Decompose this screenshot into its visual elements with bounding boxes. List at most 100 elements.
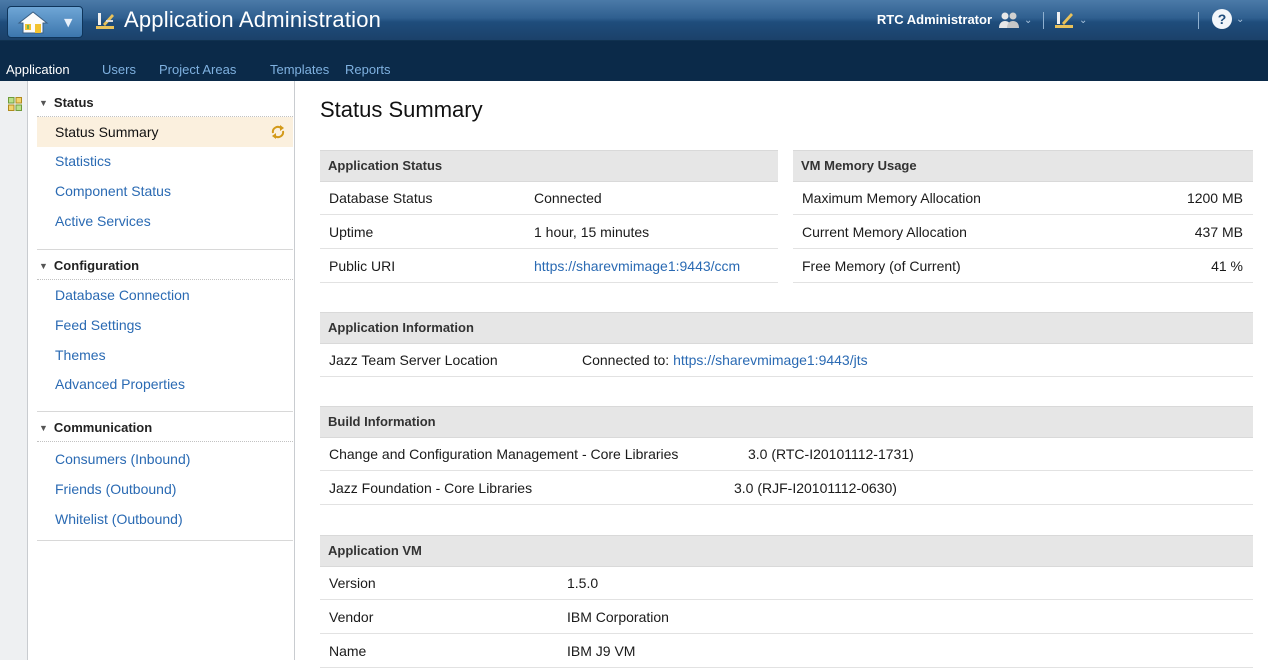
section-title: Configuration — [53, 258, 140, 273]
section-divider — [37, 279, 293, 280]
sidebar: ▼ Status Status Summary Statistics Compon… — [29, 81, 295, 660]
chevron-down-icon: ⌄ — [1024, 14, 1033, 26]
header-separator — [1043, 12, 1044, 29]
section-title: Status — [53, 95, 94, 110]
sidebar-item-feed-settings[interactable]: Feed Settings — [55, 317, 141, 333]
help-icon: ? — [1212, 9, 1232, 29]
nav-users[interactable]: Users — [102, 62, 136, 77]
row-value: 41 % — [1211, 258, 1243, 274]
section-divider — [37, 540, 293, 541]
sidebar-item-friends-outbound[interactable]: Friends (Outbound) — [55, 481, 176, 497]
title-bar: ▼ Application Administration RTC Adminis… — [0, 0, 1268, 41]
section-divider — [37, 249, 293, 250]
home-icon — [17, 11, 49, 34]
page-title: Status Summary — [320, 97, 483, 122]
table-row: Jazz Team Server Location Connected to: … — [320, 344, 1253, 377]
admin-tools-icon — [1055, 12, 1073, 28]
app-status-header: Application Status — [320, 150, 778, 182]
table-row: Uptime 1 hour, 15 minutes — [320, 216, 778, 249]
section-status-header[interactable]: ▼ Status — [39, 95, 94, 110]
section-configuration-header[interactable]: ▼ Configuration — [39, 258, 139, 273]
user-menu[interactable]: RTC Administrator — [877, 12, 992, 27]
chevron-down-icon: ⌄ — [1236, 13, 1245, 25]
help-menu-button[interactable]: ? ⌄ — [1212, 9, 1244, 31]
jts-location-link[interactable]: https://sharevmimage1:9443/jts — [673, 352, 868, 368]
sidebar-item-whitelist-outbound[interactable]: Whitelist (Outbound) — [55, 511, 183, 527]
row-value: 437 MB — [1194, 224, 1243, 240]
left-rail — [0, 81, 28, 660]
nav-templates[interactable]: Templates — [270, 62, 329, 77]
collapse-triangle-icon: ▼ — [39, 98, 48, 108]
app-vm-header: Application VM — [320, 535, 1253, 567]
nav-project-areas[interactable]: Project Areas — [159, 62, 236, 77]
row-value: 3.0 (RJF-I20101112-0630) — [734, 480, 897, 496]
app-title: Application Administration — [124, 7, 382, 32]
row-value: Connected to: https://sharevmimage1:9443… — [582, 344, 868, 376]
row-label: Public URI — [329, 258, 396, 274]
table-row: Maximum Memory Allocation 1200 MB — [793, 182, 1253, 215]
admin-menu-button[interactable]: ⌄ — [1053, 9, 1087, 31]
vm-memory-header: VM Memory Usage — [793, 150, 1253, 182]
row-label: Current Memory Allocation — [802, 224, 967, 240]
connected-to-label: Connected to: — [582, 352, 674, 368]
sidebar-item-status-summary[interactable]: Status Summary — [37, 117, 293, 147]
sidebar-item-advanced-properties[interactable]: Advanced Properties — [55, 376, 185, 392]
table-row: Change and Configuration Management - Co… — [320, 438, 1253, 471]
nav-application[interactable]: Application — [6, 62, 70, 77]
admin-tools-icon — [96, 13, 114, 29]
row-label: Maximum Memory Allocation — [802, 190, 981, 206]
nav-reports[interactable]: Reports — [345, 62, 391, 77]
refresh-icon[interactable] — [269, 123, 287, 141]
row-label: Uptime — [329, 224, 374, 240]
chevron-down-icon: ▼ — [64, 16, 73, 29]
app-info-header: Application Information — [320, 312, 1253, 344]
row-label: Database Status — [329, 190, 433, 206]
top-nav: Application Users Project Areas Template… — [0, 59, 1268, 81]
sidebar-item-component-status[interactable]: Component Status — [55, 183, 171, 199]
row-value: 1.5.0 — [567, 575, 599, 591]
section-divider — [37, 411, 293, 412]
row-label: Change and Configuration Management - Co… — [329, 446, 679, 462]
row-label: Name — [329, 643, 367, 659]
sidebar-item-database-connection[interactable]: Database Connection — [55, 287, 190, 303]
table-row: Database Status Connected — [320, 182, 778, 215]
grid-view-icon[interactable] — [8, 97, 22, 111]
row-label: Version — [329, 575, 376, 591]
row-value: 3.0 (RTC-I20101112-1731) — [748, 446, 914, 462]
row-label: Jazz Team Server Location — [329, 352, 498, 368]
collapse-triangle-icon: ▼ — [39, 261, 48, 271]
users-icon — [999, 12, 1019, 28]
row-label: Vendor — [329, 609, 374, 625]
table-row: Vendor IBM Corporation — [320, 601, 1253, 634]
table-row: Version 1.5.0 — [320, 567, 1253, 600]
table-row: Public URI https://sharevmimage1:9443/cc… — [320, 250, 778, 283]
sidebar-item-label: Status Summary — [55, 124, 159, 140]
table-row: Name IBM J9 VM — [320, 635, 1253, 668]
table-row: Jazz Foundation - Core Libraries 3.0 (RJ… — [320, 472, 1253, 505]
section-title: Communication — [53, 420, 153, 435]
section-divider — [37, 441, 293, 442]
row-value: 1 hour, 15 minutes — [534, 224, 650, 240]
table-row: Free Memory (of Current) 41 % — [793, 250, 1253, 283]
header-separator — [1198, 12, 1199, 29]
users-menu-button[interactable]: ⌄ — [998, 9, 1032, 31]
banner: ▼ Application Administration RTC Adminis… — [0, 0, 1268, 81]
row-value: IBM J9 VM — [567, 643, 636, 659]
row-value: IBM Corporation — [567, 609, 669, 625]
table-row: Current Memory Allocation 437 MB — [793, 216, 1253, 249]
section-communication-header[interactable]: ▼ Communication — [39, 420, 152, 435]
sidebar-item-consumers-inbound[interactable]: Consumers (Inbound) — [55, 451, 190, 467]
row-label: Jazz Foundation - Core Libraries — [329, 480, 533, 496]
row-label: Free Memory (of Current) — [802, 258, 961, 274]
chevron-down-icon: ⌄ — [1079, 14, 1088, 26]
main-content: Status Summary Application Status Databa… — [296, 81, 1268, 668]
home-menu-button[interactable]: ▼ — [7, 6, 83, 38]
build-info-header: Build Information — [320, 406, 1253, 438]
row-value: Connected — [534, 190, 602, 206]
sidebar-item-active-services[interactable]: Active Services — [55, 213, 151, 229]
collapse-triangle-icon: ▼ — [39, 423, 48, 433]
public-uri-link[interactable]: https://sharevmimage1:9443/ccm — [534, 250, 740, 282]
row-value: 1200 MB — [1186, 190, 1243, 206]
sidebar-item-statistics[interactable]: Statistics — [55, 153, 111, 169]
sidebar-item-themes[interactable]: Themes — [55, 347, 106, 363]
